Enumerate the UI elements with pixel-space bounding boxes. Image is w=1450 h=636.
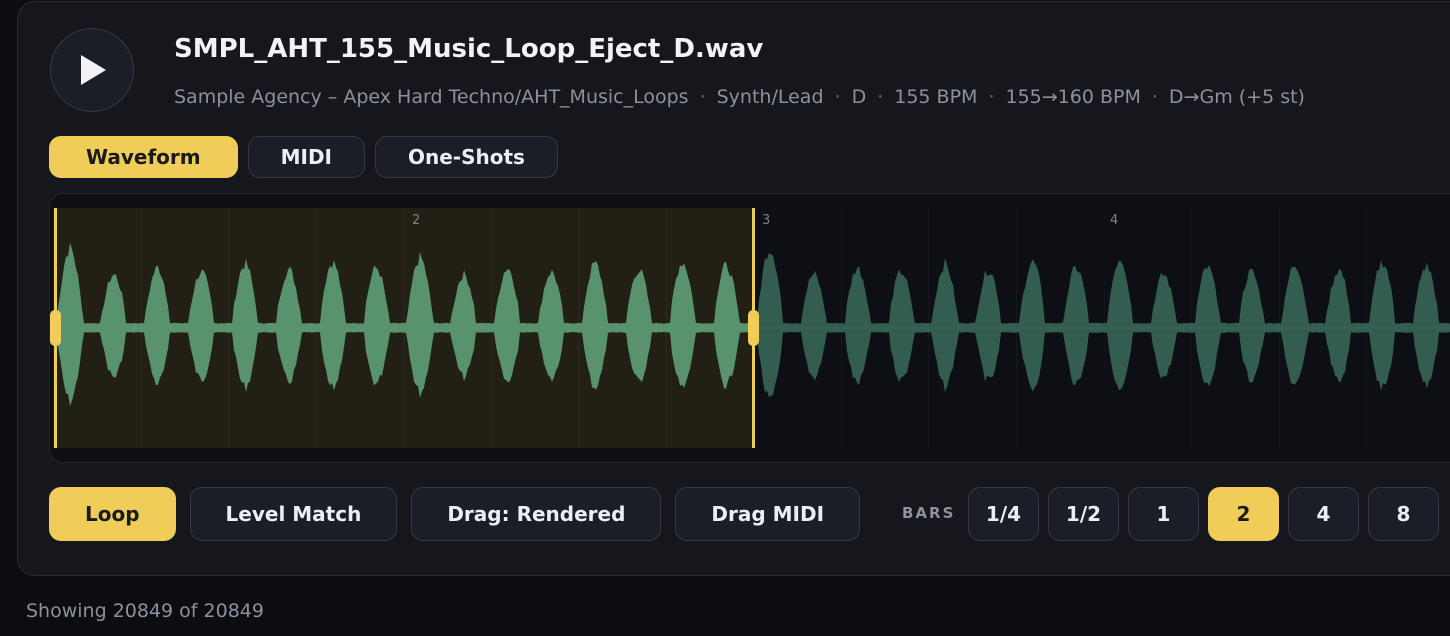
loop-start-handle[interactable] xyxy=(50,310,61,346)
waveform-outside-loop xyxy=(753,252,1450,398)
play-icon xyxy=(81,55,106,85)
bars-4-button[interactable]: 4 xyxy=(1288,487,1359,541)
drag-rendered-button[interactable]: Drag: Rendered xyxy=(411,487,662,541)
sample-meta: Sample Agency – Apex Hard Techno/AHT_Mus… xyxy=(174,86,1305,108)
bars-2-button[interactable]: 2 xyxy=(1208,487,1279,541)
view-tabs: Waveform MIDI One-Shots xyxy=(49,136,558,178)
loop-toggle-button[interactable]: Loop xyxy=(49,487,176,541)
bars-8-button[interactable]: 8 xyxy=(1368,487,1439,541)
meta-separator: · xyxy=(699,86,706,108)
tab-one-shots[interactable]: One-Shots xyxy=(374,136,558,178)
meta-bpm: 155 BPM xyxy=(894,86,978,108)
playback-controls: Loop Level Match Drag: Rendered Drag MID… xyxy=(49,487,861,541)
waveform-view[interactable]: 2 3 4 xyxy=(49,193,1450,463)
meta-pack-path: Sample Agency – Apex Hard Techno/AHT_Mus… xyxy=(174,86,689,108)
meta-key: D xyxy=(851,86,867,108)
drag-midi-button[interactable]: Drag MIDI xyxy=(675,487,861,541)
tab-waveform[interactable]: Waveform xyxy=(49,136,238,178)
meta-bpm-stretch: 155→160 BPM xyxy=(1005,86,1141,108)
tab-midi[interactable]: MIDI xyxy=(247,136,365,178)
meta-separator: · xyxy=(834,86,841,108)
bars-half-button[interactable]: 1/2 xyxy=(1048,487,1119,541)
meta-key-shift: D→Gm (+5 st) xyxy=(1168,86,1305,108)
bars-1-button[interactable]: 1 xyxy=(1128,487,1199,541)
results-count: Showing 20849 of 20849 xyxy=(26,600,264,622)
meta-separator: · xyxy=(1151,86,1158,108)
bar-marker-4: 4 xyxy=(1110,213,1118,228)
bar-marker-3: 3 xyxy=(762,213,770,228)
bar-marker-2: 2 xyxy=(412,213,420,228)
level-match-button[interactable]: Level Match xyxy=(189,487,398,541)
bar-length-selector: 1/4 1/2 1 2 4 8 xyxy=(968,487,1439,541)
waveform-canvas[interactable]: 2 3 4 xyxy=(50,194,1450,463)
meta-separator: · xyxy=(988,86,995,108)
bars-quarter-button[interactable]: 1/4 xyxy=(968,487,1039,541)
sample-title: SMPL_AHT_155_Music_Loop_Eject_D.wav xyxy=(174,34,764,64)
meta-category: Synth/Lead xyxy=(716,86,824,108)
bars-label: BARS xyxy=(902,504,956,522)
meta-separator: · xyxy=(877,86,884,108)
play-button[interactable] xyxy=(50,28,134,112)
loop-end-handle[interactable] xyxy=(748,310,759,346)
